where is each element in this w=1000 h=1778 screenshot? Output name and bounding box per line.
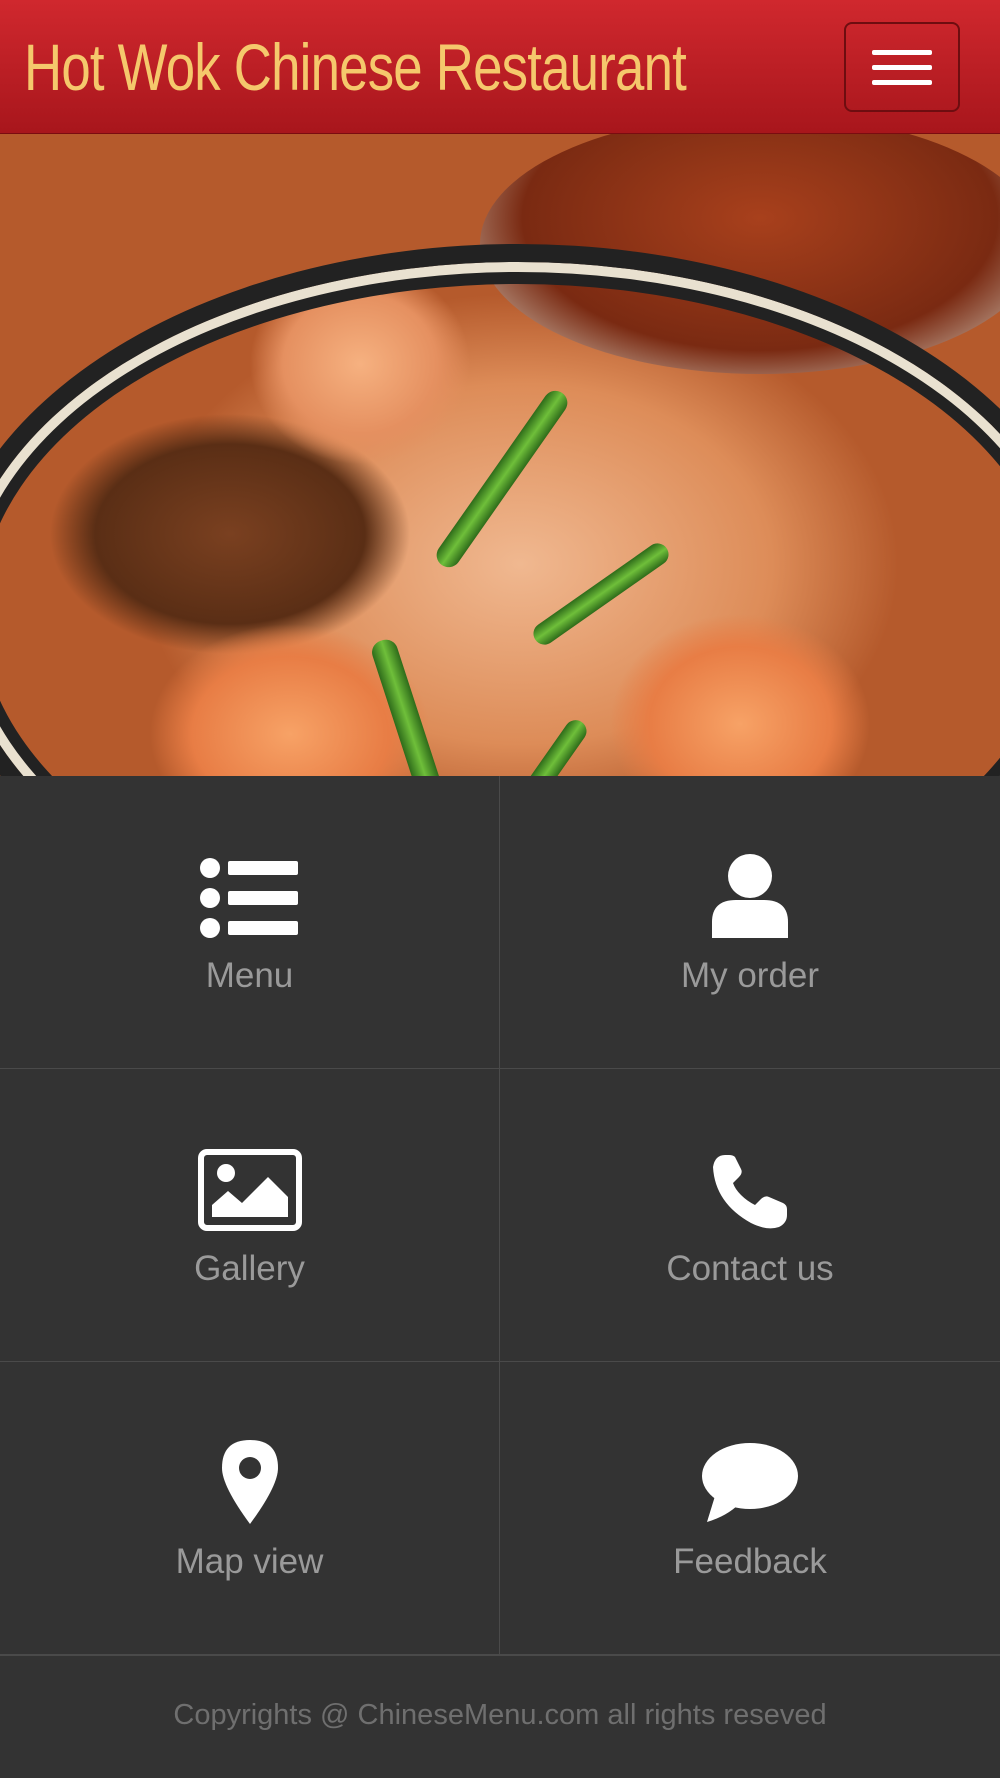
- tile-label: Map view: [175, 1542, 324, 1581]
- tile-label: Feedback: [673, 1542, 827, 1581]
- tile-feedback[interactable]: Feedback: [500, 1362, 1000, 1655]
- tile-label: Contact us: [666, 1249, 834, 1288]
- restaurant-title: Hot Wok Chinese Restaurant: [24, 30, 687, 104]
- tile-label: My order: [680, 956, 820, 995]
- phone-icon: [695, 1141, 805, 1231]
- plate-rim: [0, 244, 1000, 776]
- copyright-text: Copyrights @ ChineseMenu.com all rights …: [173, 1699, 827, 1731]
- hamburger-menu-button[interactable]: [844, 22, 960, 112]
- tile-label: Menu: [205, 956, 294, 995]
- map-marker-icon: [195, 1434, 305, 1524]
- hero-food-image: [0, 134, 1000, 776]
- tile-contact-us[interactable]: Contact us: [500, 1069, 1000, 1362]
- list-icon: [195, 848, 305, 938]
- tile-map-view[interactable]: Map view: [0, 1362, 500, 1655]
- user-icon: [695, 848, 805, 938]
- tile-gallery[interactable]: Gallery: [0, 1069, 500, 1362]
- hamburger-icon: [872, 49, 932, 55]
- tile-label: Gallery: [194, 1249, 305, 1288]
- hamburger-icon-bar: [872, 79, 932, 85]
- tile-menu[interactable]: Menu: [0, 776, 500, 1069]
- hamburger-icon-bar: [872, 64, 932, 70]
- comment-icon: [695, 1434, 805, 1524]
- navigation-grid: Menu My order Gallery Contact us Map vie…: [0, 776, 1000, 1655]
- app-header: Hot Wok Chinese Restaurant: [0, 0, 1000, 134]
- page-footer: Copyrights @ ChineseMenu.com all rights …: [0, 1655, 1000, 1775]
- image-icon: [195, 1141, 305, 1231]
- tile-my-order[interactable]: My order: [500, 776, 1000, 1069]
